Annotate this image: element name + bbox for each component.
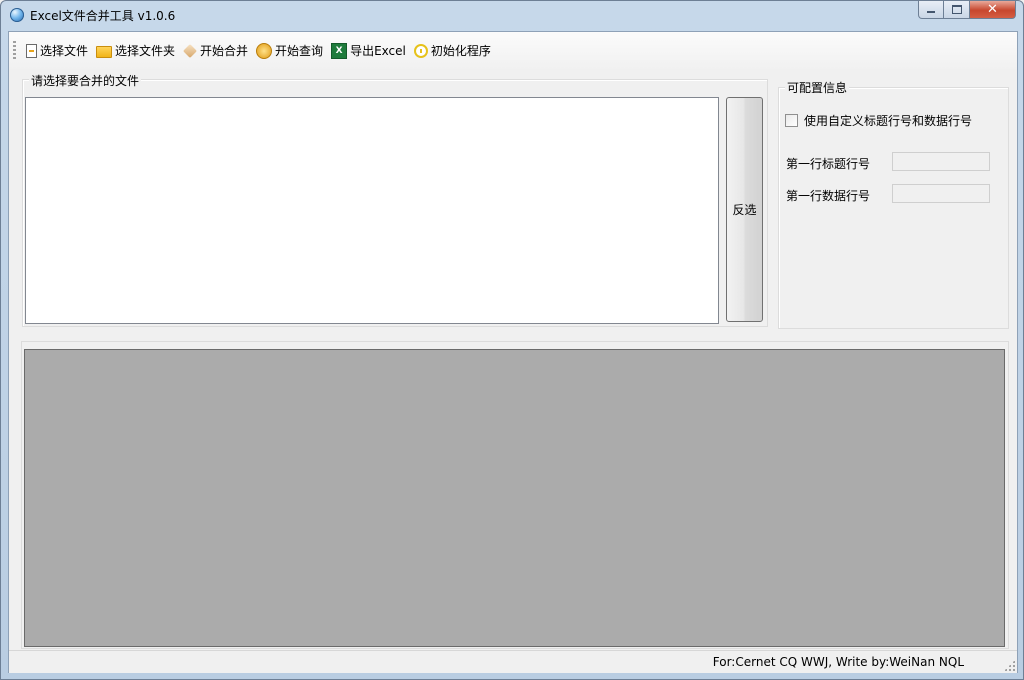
title-bar[interactable]: Excel文件合并工具 v1.0.6 ✕ — [1, 1, 1023, 31]
init-program-label: 初始化程序 — [430, 44, 491, 58]
header-row-label: 第一行标题行号 — [786, 157, 871, 171]
minimize-button[interactable] — [918, 1, 944, 19]
data-row-input[interactable] — [892, 184, 990, 203]
toolbar-grip[interactable] — [13, 40, 16, 61]
data-row-label: 第一行数据行号 — [786, 189, 871, 203]
app-window: Excel文件合并工具 v1.0.6 ✕ 选择文件 选择文件夹 开始合并 开始查… — [0, 0, 1024, 680]
invert-selection-label: 反选 — [732, 203, 757, 217]
app-globe-icon — [10, 8, 24, 22]
init-icon — [413, 43, 428, 58]
window-controls: ✕ — [918, 1, 1016, 19]
merge-icon — [183, 43, 197, 58]
custom-row-checkbox[interactable] — [785, 114, 798, 127]
export-excel-label: 导出Excel — [350, 44, 406, 58]
start-query-label: 开始查询 — [275, 44, 324, 58]
custom-row-checkbox-row[interactable]: 使用自定义标题行号和数据行号 — [785, 112, 972, 129]
client-area: 选择文件 选择文件夹 开始合并 开始查询 X 导出Excel 初始化程序 请选择… — [8, 31, 1018, 673]
query-icon — [256, 42, 273, 59]
file-icon — [26, 43, 37, 58]
select-file-label: 选择文件 — [40, 44, 89, 58]
excel-icon: X — [331, 42, 348, 59]
config-group: 可配置信息 使用自定义标题行号和数据行号 第一行标题行号 第一行数据行号 — [778, 79, 1009, 329]
window-title: Excel文件合并工具 v1.0.6 — [30, 9, 176, 23]
folder-icon — [96, 45, 113, 58]
init-program-button[interactable]: 初始化程序 — [410, 40, 495, 62]
status-text: For:Cernet CQ WWJ, Write by:WeiNan NQL — [712, 655, 964, 669]
minimize-icon — [927, 11, 935, 13]
status-bar: For:Cernet CQ WWJ, Write by:WeiNan NQL — [9, 650, 1017, 673]
select-file-button[interactable]: 选择文件 — [20, 40, 92, 62]
start-merge-label: 开始合并 — [200, 44, 249, 58]
file-group-legend: 请选择要合并的文件 — [29, 72, 142, 89]
resize-grip-icon[interactable] — [1004, 660, 1015, 671]
export-excel-button[interactable]: X 导出Excel — [327, 40, 410, 62]
close-button[interactable]: ✕ — [970, 1, 1016, 19]
maximize-button[interactable] — [944, 1, 970, 19]
maximize-icon — [951, 5, 962, 14]
file-select-group: 请选择要合并的文件 反选 — [22, 72, 768, 327]
header-row-input[interactable] — [892, 152, 990, 171]
select-folder-button[interactable]: 选择文件夹 — [92, 40, 179, 62]
invert-selection-button[interactable]: 反选 — [726, 97, 763, 322]
config-group-legend: 可配置信息 — [785, 79, 850, 96]
file-list[interactable] — [25, 97, 719, 324]
toolbar: 选择文件 选择文件夹 开始合并 开始查询 X 导出Excel 初始化程序 — [9, 32, 1017, 69]
start-merge-button[interactable]: 开始合并 — [179, 40, 252, 62]
result-grid[interactable] — [24, 349, 1005, 647]
select-folder-label: 选择文件夹 — [115, 44, 176, 58]
start-query-button[interactable]: 开始查询 — [252, 40, 327, 62]
custom-row-checkbox-label: 使用自定义标题行号和数据行号 — [804, 114, 973, 128]
close-icon: ✕ — [987, 2, 998, 17]
